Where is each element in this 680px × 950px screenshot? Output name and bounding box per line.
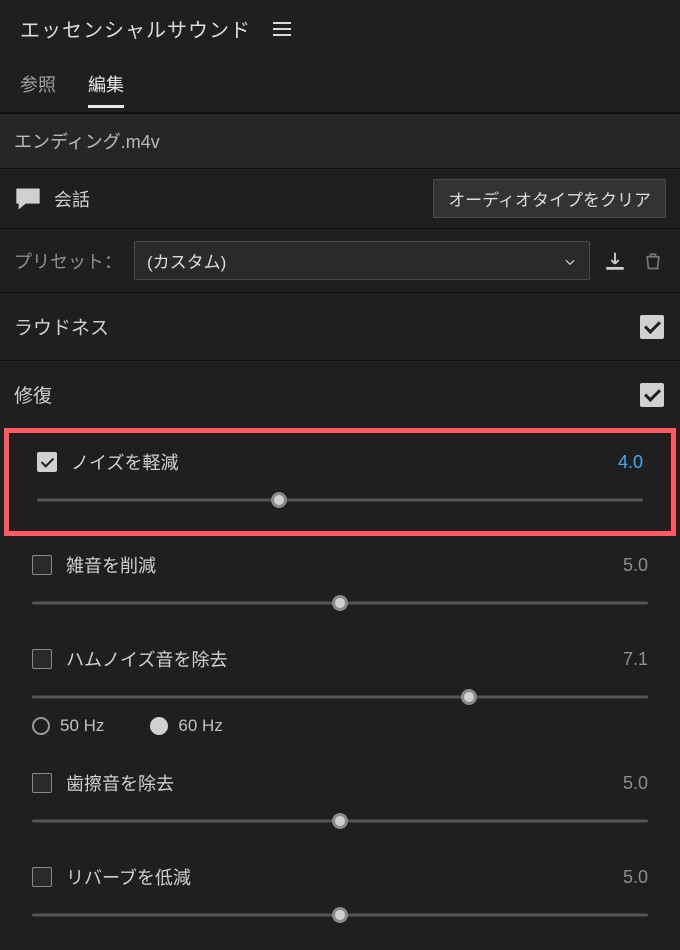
preset-row: プリセット： (カスタム) <box>0 229 680 293</box>
audio-type-left: 会話 <box>14 185 90 213</box>
radio-50hz-label: 50 Hz <box>60 716 104 736</box>
section-repair: 修復 ノイズを軽減 4.0 雑音を削減 <box>0 361 680 950</box>
audio-type-label: 会話 <box>54 186 90 212</box>
dehum-value[interactable]: 7.1 <box>623 649 648 670</box>
reduce-noise-label: ノイズを軽減 <box>71 449 178 475</box>
dereverb-checkbox[interactable] <box>32 867 52 887</box>
repair-body: ノイズを軽減 4.0 雑音を削減 5.0 <box>0 428 680 950</box>
panel-menu-icon[interactable] <box>269 18 295 40</box>
trash-icon[interactable] <box>640 248 666 274</box>
param-dereverb: リバーブを低減 5.0 <box>0 848 680 942</box>
audio-type-row: 会話 オーディオタイプをクリア <box>0 169 680 229</box>
chevron-down-icon <box>563 254 577 268</box>
save-preset-icon[interactable] <box>602 248 628 274</box>
dereverb-value[interactable]: 5.0 <box>623 867 648 888</box>
param-reduce-rumble: 雑音を削減 5.0 <box>0 536 680 630</box>
dialogue-icon <box>14 185 42 213</box>
param-reduce-noise: ノイズを軽減 4.0 <box>4 428 676 536</box>
reduce-noise-value[interactable]: 4.0 <box>618 452 643 473</box>
radio-circle-icon <box>32 717 50 735</box>
preset-label: プリセット： <box>14 248 122 274</box>
radio-50hz[interactable]: 50 Hz <box>32 716 104 736</box>
deess-slider[interactable] <box>32 814 648 828</box>
dehum-slider[interactable] <box>32 690 648 704</box>
dehum-label: ハムノイズ音を除去 <box>66 646 227 672</box>
dehum-checkbox[interactable] <box>32 649 52 669</box>
tab-bar: 参照 編集 <box>0 51 680 113</box>
dereverb-slider[interactable] <box>32 908 648 922</box>
clip-name: エンディング.m4v <box>0 113 680 169</box>
reduce-noise-slider[interactable] <box>37 493 643 507</box>
reduce-noise-checkbox[interactable] <box>37 452 57 472</box>
reduce-rumble-checkbox[interactable] <box>32 555 52 575</box>
section-loudness-header[interactable]: ラウドネス <box>0 293 680 360</box>
reduce-rumble-label: 雑音を削減 <box>66 552 156 578</box>
deess-value[interactable]: 5.0 <box>623 773 648 794</box>
reduce-rumble-value[interactable]: 5.0 <box>623 555 648 576</box>
panel-header: エッセンシャルサウンド <box>0 0 680 51</box>
radio-60hz[interactable]: 60 Hz <box>150 716 222 736</box>
panel-title: エッセンシャルサウンド <box>20 14 251 43</box>
param-dehum: ハムノイズ音を除去 7.1 <box>0 630 680 712</box>
param-deess: 歯擦音を除去 5.0 <box>0 754 680 848</box>
radio-60hz-label: 60 Hz <box>178 716 222 736</box>
section-repair-title: 修復 <box>14 381 52 408</box>
section-loudness-title: ラウドネス <box>14 313 109 340</box>
clear-audio-type-button[interactable]: オーディオタイプをクリア <box>433 179 666 218</box>
tab-browse[interactable]: 参照 <box>20 71 56 108</box>
section-loudness: ラウドネス <box>0 293 680 361</box>
tab-edit[interactable]: 編集 <box>88 71 124 108</box>
deess-label: 歯擦音を除去 <box>66 770 174 796</box>
section-repair-header[interactable]: 修復 <box>0 361 680 428</box>
repair-toggle-checkbox[interactable] <box>640 383 664 407</box>
radio-circle-icon <box>150 717 168 735</box>
preset-value: (カスタム) <box>147 248 226 273</box>
loudness-toggle-checkbox[interactable] <box>640 315 664 339</box>
reduce-rumble-slider[interactable] <box>32 596 648 610</box>
dehum-radio-row: 50 Hz 60 Hz <box>0 712 680 754</box>
preset-select[interactable]: (カスタム) <box>134 241 590 280</box>
deess-checkbox[interactable] <box>32 773 52 793</box>
dereverb-label: リバーブを低減 <box>66 864 191 890</box>
